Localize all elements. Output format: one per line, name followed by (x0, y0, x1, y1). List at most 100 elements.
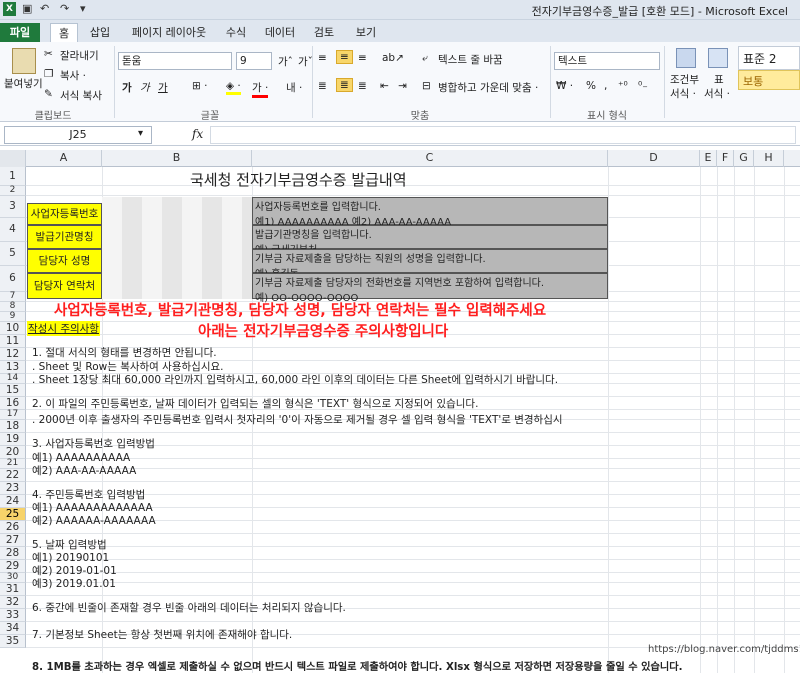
column-header-a[interactable]: A (26, 150, 102, 167)
row-header-6[interactable]: 6 (0, 266, 26, 292)
notice-line-35[interactable]: 8. 1MB를 초과하는 경우 엑셀로 제출하실 수 없으며 반드시 텍스트 파… (32, 658, 683, 673)
row-header-2[interactable]: 2 (0, 186, 26, 196)
row-header-5[interactable]: 5 (0, 242, 26, 266)
grow-font-icon[interactable]: 가ˆ (278, 54, 293, 69)
label-manager-name[interactable]: 담당자 성명 (27, 249, 102, 273)
italic-icon[interactable]: 가 (140, 80, 150, 95)
worksheet-grid[interactable]: 1 2 3 4 5 6 7 8 9 10 11 12 13 14 15 16 17 18 19 20 21 22 23 24 2… (0, 167, 800, 673)
row-header-4[interactable]: 4 (0, 218, 26, 242)
align-bottom-icon[interactable]: ≡ (358, 52, 367, 64)
notice-label[interactable]: 작성시 주의사항 (27, 321, 100, 336)
copy-button[interactable]: 복사 · (60, 68, 86, 83)
row-header-11[interactable]: 11 (0, 335, 26, 348)
column-header-f[interactable]: F (717, 150, 734, 167)
bold-icon[interactable]: 가 (122, 80, 132, 95)
format-table-icon[interactable] (708, 48, 728, 68)
format-painter-button[interactable]: 서식 복사 (60, 88, 102, 103)
column-header-e[interactable]: E (700, 150, 717, 167)
row-header-30[interactable]: 30 (0, 573, 26, 583)
format-table-label-1[interactable]: 표 (714, 72, 724, 87)
row-header-21[interactable]: 21 (0, 459, 26, 469)
column-header-d[interactable]: D (608, 150, 700, 167)
notice-line-15[interactable]: 2. 이 파일의 주민등록번호, 날짜 데이터가 입력되는 셀의 형식은 'TE… (32, 396, 478, 411)
fill-color-icon[interactable]: ◈ · (226, 80, 241, 95)
cut-button[interactable]: 잘라내기 (60, 48, 99, 63)
font-color-icon[interactable]: 가 · (252, 80, 269, 98)
redo-icon[interactable]: ↷ (60, 2, 69, 15)
cell-style-normal-2[interactable]: 표준 2 (738, 46, 800, 70)
row-header-14[interactable]: 14 (0, 374, 26, 384)
notice-line-29[interactable]: 예3) 2019.01.01 (32, 576, 116, 591)
wrap-text-button[interactable]: 텍스트 줄 바꿈 (438, 52, 503, 67)
formula-input[interactable] (210, 126, 796, 144)
format-table-label-2[interactable]: 서식 · (704, 86, 730, 101)
font-name-combo[interactable]: 돋움 (118, 52, 232, 70)
decrease-decimal-icon[interactable]: ⁰₋ (638, 80, 648, 92)
tab-page-layout[interactable]: 페이지 레이아웃 (124, 23, 214, 42)
row-header-17[interactable]: 17 (0, 410, 26, 420)
row-header-28[interactable]: 28 (0, 547, 26, 560)
border-icon[interactable]: ⊞ · (192, 80, 207, 92)
row-header-32[interactable]: 32 (0, 596, 26, 609)
font-size-combo[interactable]: 9 (236, 52, 272, 70)
row-header-22[interactable]: 22 (0, 469, 26, 482)
row-header-3[interactable]: 3 (0, 196, 26, 218)
merge-icon[interactable]: ⊟ (422, 80, 431, 92)
conditional-format-icon[interactable] (676, 48, 696, 68)
sheet-title[interactable]: 국세청 전자기부금영수증 발급내역 (190, 169, 407, 190)
column-header-g[interactable]: G (734, 150, 754, 167)
comma-button[interactable]: , (604, 80, 607, 92)
row-header-26[interactable]: 26 (0, 521, 26, 534)
orientation-icon[interactable]: ab↗ (382, 52, 404, 64)
notice-line-20[interactable]: 예2) AAA-AA-AAAAA (32, 463, 136, 478)
cut-icon[interactable]: ✂ (44, 48, 53, 60)
notice-line-31[interactable]: 6. 중간에 빈줄이 존재할 경우 빈줄 아래의 데이터는 처리되지 않습니다. (32, 600, 346, 615)
column-header-h[interactable]: H (754, 150, 784, 167)
cell-style-neutral[interactable]: 보통 (738, 70, 800, 90)
notice-line-11[interactable]: 1. 절대 서식의 형태를 변경하면 안됩니다. (32, 345, 217, 360)
notice-line-18[interactable]: 3. 사업자등록번호 입력방법 (32, 436, 155, 451)
row-header-34[interactable]: 34 (0, 622, 26, 635)
column-header-b[interactable]: B (102, 150, 252, 167)
name-box[interactable]: J25 (4, 126, 152, 144)
shrink-font-icon[interactable]: 가ˇ (298, 54, 313, 69)
column-header-c[interactable]: C (252, 150, 608, 167)
percent-button[interactable]: % (586, 80, 596, 92)
customize-qat-icon[interactable]: ▾ (80, 2, 86, 15)
phonetic-icon[interactable]: 내 · (286, 80, 302, 95)
redacted-input-area[interactable] (102, 197, 252, 299)
notice-line-13[interactable]: . Sheet 1장당 최대 60,000 라인까지 입력하시고, 60,000… (32, 372, 558, 387)
row-header-12[interactable]: 12 (0, 348, 26, 361)
row-header-18[interactable]: 18 (0, 420, 26, 433)
conditional-format-label-1[interactable]: 조건부 (670, 72, 699, 87)
notice-line-16[interactable]: . 2000년 이후 출생자의 주민등록번호 입력시 첫자리의 '0'이 자동으… (32, 412, 563, 427)
notice-line-33[interactable]: 7. 기본정보 Sheet는 항상 첫번째 위치에 존재해야 합니다. (32, 627, 292, 642)
indent-decrease-icon[interactable]: ⇤ (380, 80, 389, 92)
row-header-9[interactable]: 9 (0, 312, 26, 322)
align-left-icon[interactable]: ≣ (318, 80, 327, 92)
paste-button[interactable]: 붙여넣기 (4, 76, 43, 91)
label-organization-name[interactable]: 발급기관명칭 (27, 225, 102, 249)
tab-file[interactable]: 파일 (0, 23, 40, 42)
row-header-24[interactable]: 24 (0, 495, 26, 508)
row-header-10[interactable]: 10 (0, 322, 26, 335)
currency-icon[interactable]: ₩ · (556, 80, 573, 92)
row-header-19[interactable]: 19 (0, 433, 26, 446)
save-icon[interactable]: ▣ (22, 2, 32, 15)
label-manager-contact[interactable]: 담당자 연락처 (27, 273, 102, 299)
row-header-35[interactable]: 35 (0, 635, 26, 648)
copy-icon[interactable]: ❐ (44, 68, 53, 80)
align-middle-icon[interactable]: ≡ (336, 50, 353, 64)
merge-center-button[interactable]: 병합하고 가운데 맞춤 · (438, 80, 538, 95)
row-header-23[interactable]: 23 (0, 482, 26, 495)
row-header-1[interactable]: 1 (0, 167, 26, 186)
align-center-icon[interactable]: ≣ (336, 78, 353, 92)
tab-home[interactable]: 홈 (50, 23, 78, 42)
row-header-15[interactable]: 15 (0, 384, 26, 397)
tab-data[interactable]: 데이터 (260, 23, 300, 42)
tab-view[interactable]: 보기 (348, 23, 384, 42)
tab-insert[interactable]: 삽입 (84, 23, 116, 42)
indent-increase-icon[interactable]: ⇥ (398, 80, 407, 92)
select-all-corner[interactable] (0, 150, 26, 167)
align-right-icon[interactable]: ≣ (358, 80, 367, 92)
